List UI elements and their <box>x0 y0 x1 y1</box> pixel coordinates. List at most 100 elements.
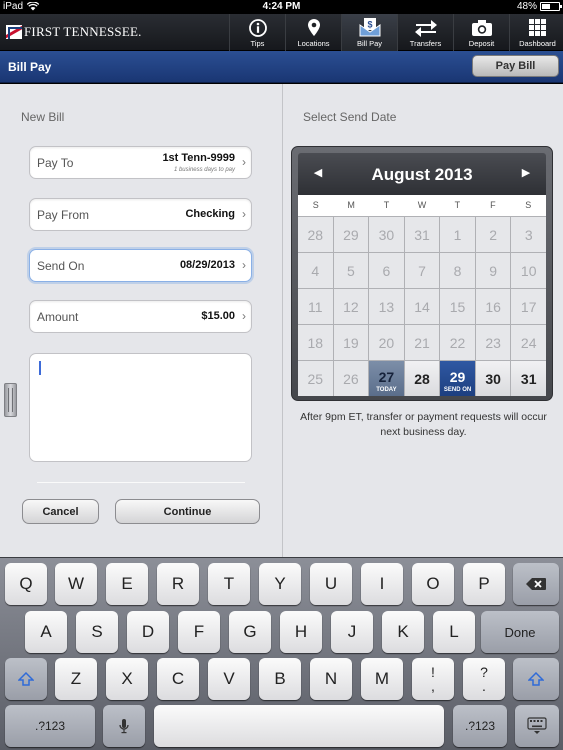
key-b[interactable]: B <box>259 658 301 700</box>
pay-to-field[interactable]: Pay To 1st Tenn-9999 1 business days to … <box>29 146 252 179</box>
amount-field[interactable]: Amount $15.00 › <box>29 300 252 333</box>
calendar-day-today[interactable]: 27 TODAY <box>369 361 404 396</box>
send-on-field[interactable]: Send On 08/29/2013 › <box>29 249 252 282</box>
brand-name: FIRST TENNESSEE. <box>24 24 142 39</box>
day-number: 18 <box>307 334 324 351</box>
drag-handle[interactable] <box>4 383 17 417</box>
key-s[interactable]: S <box>76 611 118 653</box>
pay-from-field[interactable]: Pay From Checking › <box>29 198 252 231</box>
pay-bill-button[interactable]: Pay Bill <box>472 55 559 77</box>
day-number: 22 <box>449 334 466 351</box>
key-a[interactable]: A <box>25 611 67 653</box>
pay-from-value: Checking <box>185 208 235 220</box>
key-u[interactable]: U <box>310 563 352 605</box>
key-l[interactable]: L <box>433 611 475 653</box>
status-time: 4:24 PM <box>262 1 301 12</box>
tab-deposit[interactable]: Deposit <box>453 14 509 51</box>
key-n[interactable]: N <box>310 658 352 700</box>
tab-dashboard[interactable]: Dashboard <box>509 14 563 51</box>
key-i[interactable]: I <box>361 563 403 605</box>
calendar-day[interactable]: 31 <box>511 361 546 396</box>
calendar: ◀ August 2013 ▶ S M T W T F S 28 29 30 3… <box>291 146 553 401</box>
day-number: 25 <box>307 370 324 387</box>
key-d[interactable]: D <box>127 611 169 653</box>
key-question-period[interactable]: ? . <box>463 658 505 700</box>
calendar-day-disabled: 24 <box>511 325 546 360</box>
space-bar[interactable] <box>154 705 444 747</box>
key-h[interactable]: H <box>280 611 322 653</box>
calendar-day[interactable]: 30 <box>475 361 511 396</box>
key-x[interactable]: X <box>106 658 148 700</box>
amount-label: Amount <box>37 310 79 324</box>
key-y[interactable]: Y <box>259 563 301 605</box>
continue-button[interactable]: Continue <box>115 499 260 524</box>
battery-fill <box>542 4 550 9</box>
tab-bill-pay[interactable]: $ Bill Pay <box>341 14 397 51</box>
shift-key-right[interactable] <box>513 658 559 700</box>
send-on-label: Send On <box>37 259 85 273</box>
key-c[interactable]: C <box>157 658 199 700</box>
weekday-label: T <box>454 200 461 210</box>
text-caret <box>39 361 41 375</box>
dictation-key[interactable] <box>103 705 145 747</box>
calendar-weekdays: S M T W T F S <box>298 195 546 216</box>
weekday-label: T <box>383 200 390 210</box>
today-tag: TODAY <box>376 387 397 393</box>
calendar-day-selected[interactable]: 29 SEND ON <box>440 361 475 396</box>
key-t[interactable]: T <box>208 563 250 605</box>
day-number: 27 <box>378 368 395 385</box>
calendar-day-disabled: 2 <box>475 217 511 252</box>
calendar-day-disabled: 13 <box>369 289 404 324</box>
tab-transfers[interactable]: Transfers <box>397 14 453 51</box>
key-e[interactable]: E <box>106 563 148 605</box>
cancel-button[interactable]: Cancel <box>22 499 99 524</box>
day-number: 30 <box>485 370 501 387</box>
day-number: 30 <box>378 226 395 243</box>
key-g[interactable]: G <box>229 611 271 653</box>
key-w[interactable]: W <box>55 563 97 605</box>
nav-tabs: Tips Locations $ Bill Pay Transfers Depo… <box>229 14 563 51</box>
calendar-day-disabled: 14 <box>404 289 440 324</box>
calendar-day-disabled: 4 <box>298 253 333 288</box>
key-f[interactable]: F <box>178 611 220 653</box>
key-z[interactable]: Z <box>55 658 97 700</box>
divider <box>37 482 245 483</box>
calendar-day[interactable]: 28 <box>404 361 440 396</box>
day-number: 12 <box>343 298 359 315</box>
tab-tips[interactable]: Tips <box>229 14 285 51</box>
calendar-day-disabled: 28 <box>298 217 333 252</box>
day-number: 26 <box>343 370 359 387</box>
day-number: 8 <box>453 262 462 279</box>
page-title: Bill Pay <box>8 60 52 74</box>
title-bar: Bill Pay Pay Bill <box>0 51 563 83</box>
key-top-char: ? <box>480 664 488 680</box>
day-number: 16 <box>485 298 501 315</box>
key-p[interactable]: P <box>463 563 505 605</box>
tab-locations[interactable]: Locations <box>285 14 341 51</box>
numbers-key-right[interactable]: .?123 <box>453 705 507 747</box>
backspace-key[interactable] <box>513 563 559 605</box>
calendar-day-disabled: 12 <box>333 289 369 324</box>
done-key[interactable]: Done <box>481 611 559 653</box>
next-month-button[interactable]: ▶ <box>516 166 536 179</box>
shift-key-left[interactable] <box>5 658 47 700</box>
shift-icon <box>18 672 34 686</box>
send-date-pane: Select Send Date ◀ August 2013 ▶ S M T W… <box>284 84 563 557</box>
calendar-day-disabled: 22 <box>440 325 475 360</box>
battery-icon <box>540 2 562 11</box>
numbers-key-left[interactable]: .?123 <box>5 705 95 747</box>
key-exclamation-comma[interactable]: ! , <box>412 658 454 700</box>
memo-textarea[interactable] <box>29 353 252 462</box>
key-o[interactable]: O <box>412 563 454 605</box>
day-number: 7 <box>418 262 426 279</box>
key-v[interactable]: V <box>208 658 250 700</box>
key-m[interactable]: M <box>361 658 403 700</box>
hide-keyboard-key[interactable] <box>515 705 559 747</box>
calendar-day-disabled: 3 <box>511 217 546 252</box>
key-r[interactable]: R <box>157 563 199 605</box>
key-j[interactable]: J <box>331 611 373 653</box>
key-k[interactable]: K <box>382 611 424 653</box>
day-number: 24 <box>520 334 537 351</box>
calendar-day-disabled: 31 <box>404 217 440 252</box>
key-q[interactable]: Q <box>5 563 47 605</box>
